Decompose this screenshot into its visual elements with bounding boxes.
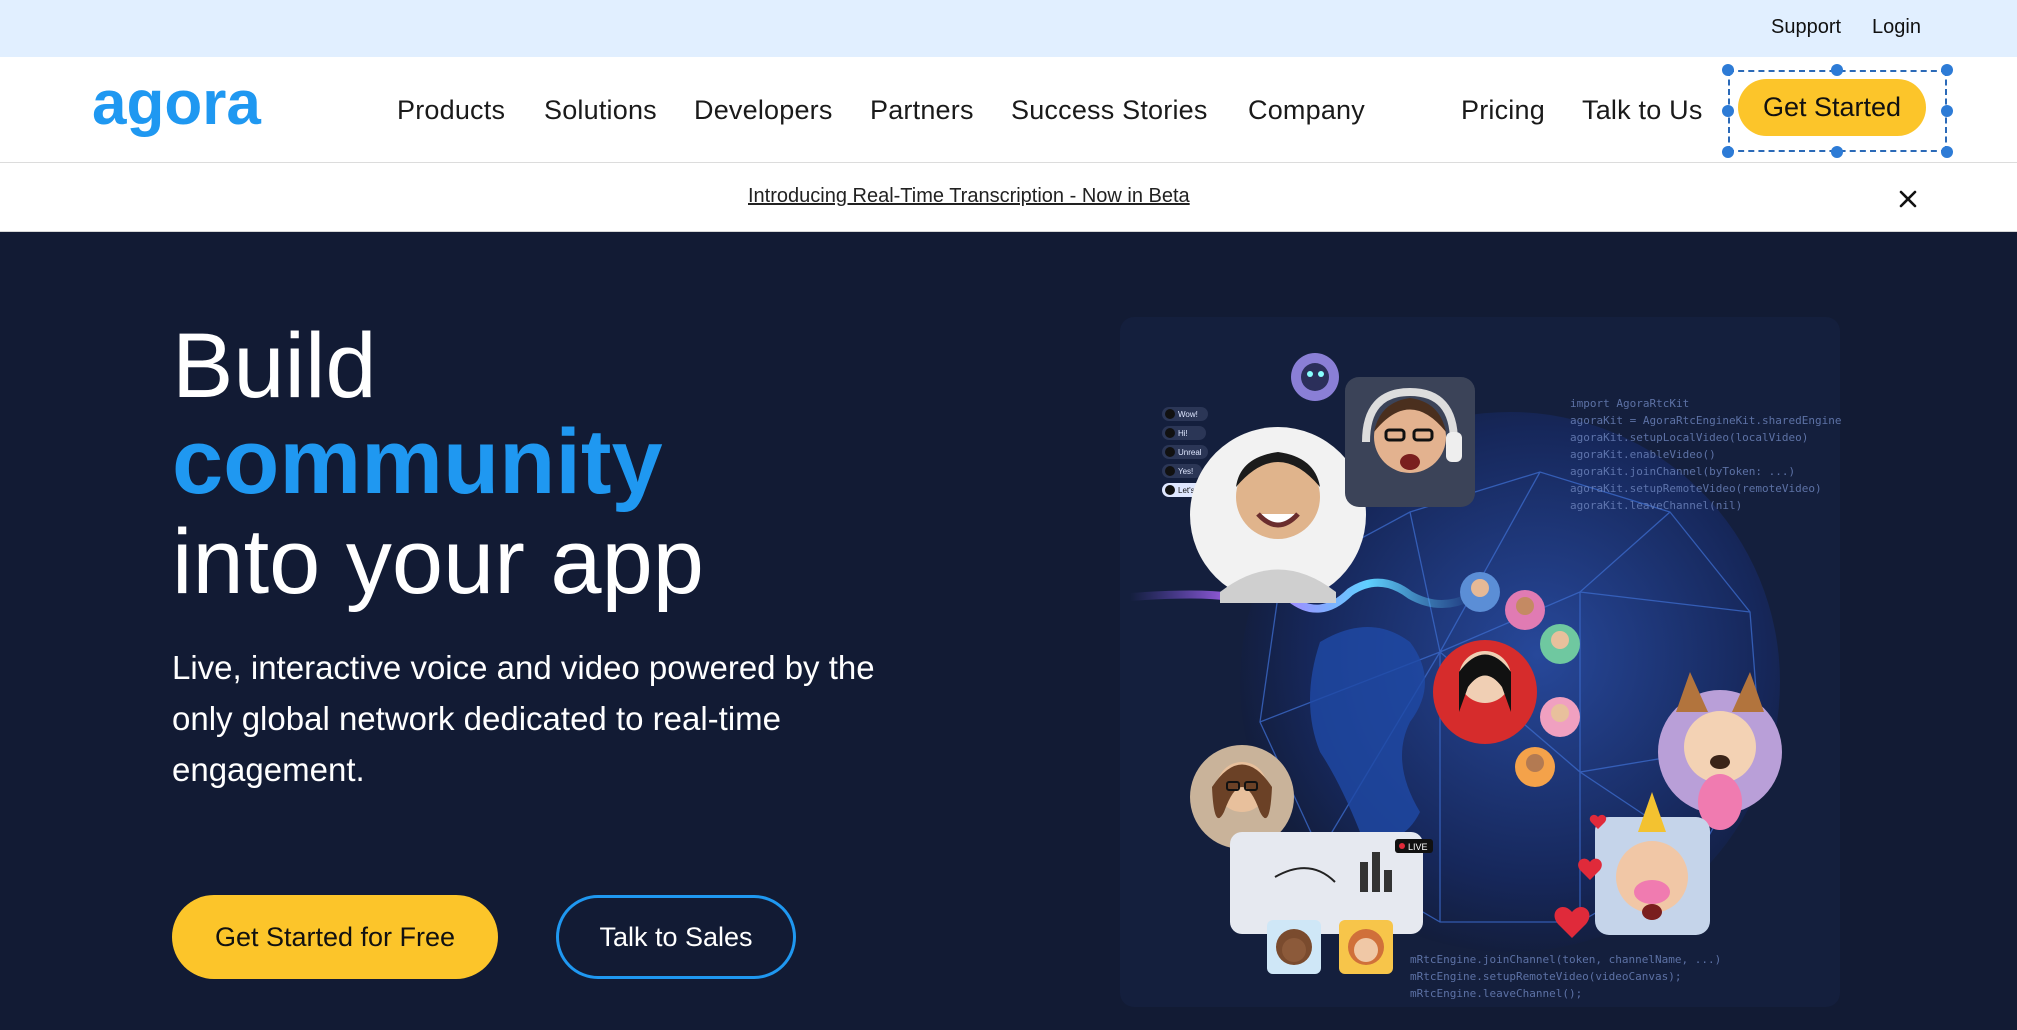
svg-text:agoraKit.setupLocalVideo(local: agoraKit.setupLocalVideo(localVideo) [1570, 431, 1808, 444]
utility-bar: Support Login [0, 0, 2017, 57]
support-link[interactable]: Support [1771, 16, 1841, 39]
svg-text:Unreal: Unreal [1178, 448, 1202, 457]
selection-handle[interactable] [1941, 64, 1953, 76]
live-video-card: LIVE [1230, 832, 1433, 934]
svg-text:mRtcEngine.setupRemoteVideo(vi: mRtcEngine.setupRemoteVideo(videoCanvas)… [1410, 970, 1682, 983]
nav-developers[interactable]: Developers [694, 95, 833, 126]
svg-text:mRtcEngine.joinChannel(token,: mRtcEngine.joinChannel(token, channelNam… [1410, 953, 1721, 966]
selection-handle[interactable] [1722, 105, 1734, 117]
hero-section: Build community into your app Live, inte… [0, 232, 2017, 1030]
nav-products[interactable]: Products [397, 95, 505, 126]
login-link[interactable]: Login [1872, 16, 1921, 39]
svg-text:agoraKit = AgoraRtcEngineKit.s: agoraKit = AgoraRtcEngineKit.sharedEngin… [1570, 414, 1842, 427]
selection-handle[interactable] [1941, 105, 1953, 117]
selection-handle[interactable] [1831, 146, 1843, 158]
svg-text:agoraKit.enableVideo(): agoraKit.enableVideo() [1570, 448, 1716, 461]
robot-avatar [1291, 353, 1339, 401]
svg-text:Yes!: Yes! [1178, 467, 1193, 476]
logo-text: agora [92, 72, 261, 138]
svg-text:agoraKit.setupRemoteVideo(remo: agoraKit.setupRemoteVideo(remoteVideo) [1570, 482, 1822, 495]
nav-solutions[interactable]: Solutions [544, 95, 657, 126]
nav-talk-to-us[interactable]: Talk to Us [1582, 95, 1703, 126]
close-icon[interactable] [1896, 187, 1920, 211]
nav-success-stories[interactable]: Success Stories [1011, 95, 1208, 126]
nav-company[interactable]: Company [1248, 95, 1365, 126]
selection-handle[interactable] [1941, 146, 1953, 158]
get-started-button[interactable]: Get Started [1738, 79, 1926, 136]
selection-handle[interactable] [1831, 64, 1843, 76]
avatar-gamer [1345, 377, 1475, 507]
hero-illustration: import AgoraRtcKit agoraKit = AgoraRtcEn… [1120, 317, 1842, 1007]
talk-to-sales-button[interactable]: Talk to Sales [556, 895, 796, 979]
hero-title-line-3: into your app [172, 511, 704, 613]
avatar-smiling-man [1190, 427, 1366, 603]
hero-title-highlight: community [172, 411, 663, 513]
agora-logo[interactable]: agora [92, 72, 284, 148]
hero-subtitle: Live, interactive voice and video powere… [172, 649, 875, 788]
selection-handle[interactable] [1722, 146, 1734, 158]
svg-text:agoraKit.leaveChannel(nil): agoraKit.leaveChannel(nil) [1570, 499, 1742, 512]
announcement-bar: Introducing Real-Time Transcription - No… [0, 163, 2017, 232]
nav-pricing[interactable]: Pricing [1461, 95, 1545, 126]
svg-text:mRtcEngine.leaveChannel();: mRtcEngine.leaveChannel(); [1410, 987, 1582, 1000]
nav-partners[interactable]: Partners [870, 95, 974, 126]
live-badge: LIVE [1408, 842, 1428, 852]
svg-text:agoraKit.joinChannel(byToken:: agoraKit.joinChannel(byToken: ...) [1570, 465, 1795, 478]
get-started-free-button[interactable]: Get Started for Free [172, 895, 498, 979]
avatar-small-bottom-2 [1339, 920, 1393, 974]
svg-text:Hi!: Hi! [1178, 429, 1188, 438]
announcement-link[interactable]: Introducing Real-Time Transcription - No… [748, 185, 1190, 208]
hero-title-line-1: Build [172, 315, 377, 417]
main-nav: agora Products Solutions Developers Part… [0, 57, 2017, 163]
avatar-woman-red [1433, 640, 1537, 744]
svg-text:Wow!: Wow! [1178, 410, 1198, 419]
svg-text:import AgoraRtcKit: import AgoraRtcKit [1570, 397, 1689, 410]
avatar-small-bottom-1 [1267, 920, 1321, 974]
selection-handle[interactable] [1722, 64, 1734, 76]
